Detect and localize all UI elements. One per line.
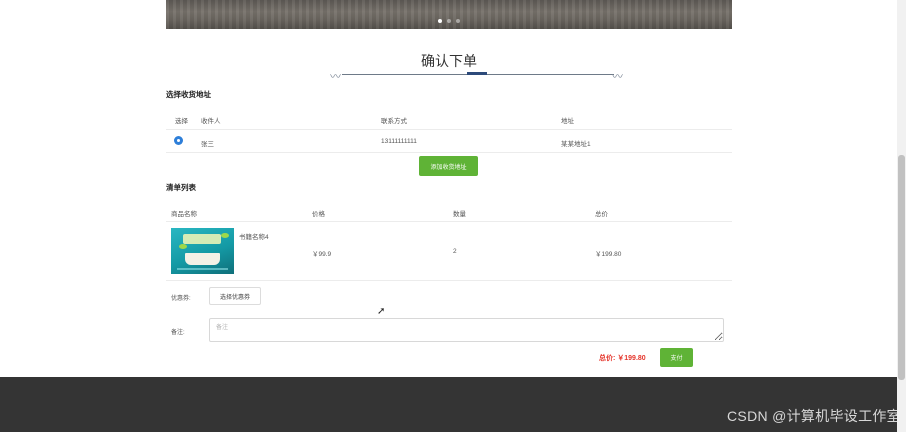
header-contact: 联系方式 <box>381 118 407 125</box>
open-book-icon <box>185 253 220 265</box>
address-table-header: 选择 收件人 联系方式 地址 <box>166 109 732 130</box>
header-quantity: 数量 <box>453 211 466 218</box>
coupon-label: 优惠券: <box>171 296 191 302</box>
carousel-dot-3[interactable] <box>456 19 460 23</box>
product-image[interactable] <box>171 228 234 274</box>
items-table-header: 商品名称 价格 数量 总价 <box>166 201 732 222</box>
item-row: 书籍名称4 ￥99.9 2 ￥199.80 <box>166 222 732 281</box>
right-ornament-icon: 〰 <box>612 71 623 83</box>
address-section-title: 选择收货地址 <box>166 90 211 99</box>
book-cover-stripe <box>177 268 228 270</box>
select-coupon-button[interactable]: 选择优惠券 <box>209 287 261 305</box>
remark-input[interactable] <box>209 318 724 342</box>
banner-carousel <box>166 0 732 29</box>
left-ornament-icon: 〰 <box>330 71 341 83</box>
title-underline-accent <box>467 72 487 75</box>
address-radio-selected[interactable] <box>175 137 182 144</box>
address-table: 选择 收件人 联系方式 地址 张三 13111111111 某某地址1 <box>166 109 732 153</box>
scrollbar-thumb[interactable] <box>898 155 905 380</box>
product-name[interactable]: 书籍名称4 <box>239 231 269 241</box>
carousel-dot-1[interactable] <box>438 19 442 23</box>
product-price: ￥99.9 <box>312 251 332 258</box>
banner-image <box>166 0 732 29</box>
add-address-button[interactable]: 添加收货地址 <box>419 156 478 176</box>
remark-label: 备注: <box>171 330 185 336</box>
header-total: 总价 <box>595 211 608 218</box>
items-table: 商品名称 价格 数量 总价 书籍名称4 ￥99.9 2 ￥199.80 <box>166 201 732 281</box>
header-recipient: 收件人 <box>201 118 221 125</box>
product-quantity: 2 <box>453 248 457 255</box>
pay-button[interactable]: 支付 <box>660 348 693 367</box>
mouse-cursor-icon: ➚ <box>377 306 386 317</box>
total-price: 总价: ￥199.80 <box>599 355 646 362</box>
carousel-dot-2[interactable] <box>447 19 451 23</box>
header-address: 地址 <box>561 118 574 125</box>
recipient-address: 某某地址1 <box>561 141 591 148</box>
leaf-icon <box>221 233 229 238</box>
recipient-phone: 13111111111 <box>381 138 417 145</box>
carousel-dots <box>438 19 460 23</box>
header-price: 价格 <box>312 211 325 218</box>
book-cover-title-block <box>183 234 221 244</box>
watermark: CSDN @计算机毕设工作室 <box>727 408 901 424</box>
recipient-name: 张三 <box>201 141 214 148</box>
address-row[interactable]: 张三 13111111111 某某地址1 <box>166 130 732 153</box>
page-title: 确认下单 <box>421 53 477 69</box>
leaf-icon <box>179 244 187 249</box>
header-select: 选择 <box>175 118 188 125</box>
items-section-title: 清单列表 <box>166 183 196 192</box>
product-total: ￥199.80 <box>595 251 622 258</box>
header-product-name: 商品名称 <box>171 211 197 218</box>
vertical-scrollbar[interactable] <box>897 0 906 432</box>
